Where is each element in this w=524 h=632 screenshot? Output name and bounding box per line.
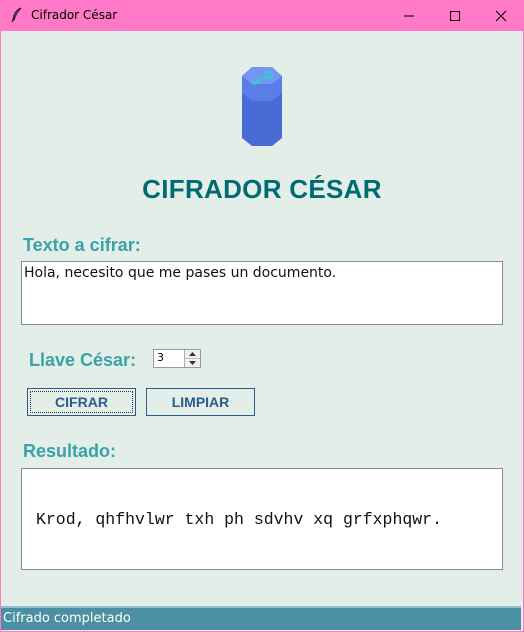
minimize-icon [404,15,414,16]
spin-down-button[interactable] [185,359,200,367]
close-icon [495,10,507,21]
ciphertext-output[interactable]: Krod, qhfhvlwr txh ph sdvhv xq grfxphqwr… [21,468,503,570]
focus-ring [30,391,133,413]
feather-icon [11,7,22,23]
key-spinbox[interactable]: 3 [153,349,201,368]
spin-buttons [184,350,200,367]
input-label: Texto a cifrar: [23,235,141,255]
window-title: Cifrador César [31,8,118,22]
plaintext-input[interactable]: Hola, necesito que me pases un documento… [21,261,503,325]
main-panel: CIFRADOR CÉSAR Texto a cifrar: Hola, nec… [1,31,523,631]
key-value[interactable]: 3 [157,351,164,364]
limpiar-button[interactable]: LIMPIAR [146,388,255,416]
arrow-up-icon [189,352,196,356]
key-label: Llave César: [29,350,137,370]
status-bar: Cifrado completado [1,606,521,630]
spin-up-button[interactable] [185,350,200,359]
maximize-icon [450,10,460,21]
maximize-button[interactable] [432,0,478,31]
app-window: Cifrador César CIFRADOR CÉSAR Texto a ci… [0,0,524,632]
status-text: Cifrado completado [3,611,131,626]
arrow-down-icon [189,361,196,365]
limpiar-button-label: LIMPIAR [171,394,230,410]
cifrar-button[interactable]: CIFRAR [27,388,136,416]
key-database-icon [242,67,282,146]
minimize-button[interactable] [386,0,432,31]
output-label: Resultado: [23,441,117,461]
close-button[interactable] [478,0,524,31]
page-title: CIFRADOR CÉSAR [142,174,382,204]
title-bar[interactable]: Cifrador César [0,0,524,31]
